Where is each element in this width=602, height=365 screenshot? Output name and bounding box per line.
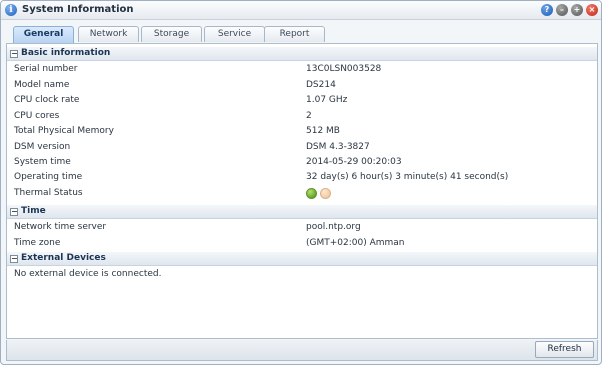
info-row: Operating time 32 day(s) 6 hour(s) 3 min…: [7, 170, 597, 185]
info-value: DSM 4.3-3827: [306, 142, 370, 152]
info-row: Serial number 13C0LSN003528: [7, 62, 597, 77]
info-label: CPU cores: [14, 111, 60, 121]
section-external-devices[interactable]: − External Devices: [7, 252, 597, 266]
info-label: System time: [14, 157, 71, 167]
footer-bar: Refresh: [6, 340, 598, 361]
tab-network[interactable]: Network: [78, 26, 139, 42]
info-icon: i: [5, 4, 17, 16]
info-row: Total Physical Memory 512 MB: [7, 124, 597, 139]
info-row: Thermal Status: [7, 186, 597, 201]
section-title: External Devices: [21, 253, 106, 263]
close-icon[interactable]: ×: [586, 4, 598, 16]
info-row: DSM version DSM 4.3-3827: [7, 140, 597, 155]
section-title: Time: [21, 206, 46, 216]
title-bar: i System Information ? – + ×: [1, 1, 601, 20]
info-label: Time zone: [14, 238, 61, 248]
info-row: Time zone (GMT+02:00) Amman: [7, 236, 597, 251]
help-icon[interactable]: ?: [541, 4, 553, 16]
tab-storage[interactable]: Storage: [141, 26, 202, 42]
info-value: pool.ntp.org: [306, 222, 361, 232]
section-time[interactable]: − Time: [7, 205, 597, 219]
info-label: Model name: [14, 80, 70, 90]
info-row: System time 2014-05-29 00:20:03: [7, 155, 597, 170]
refresh-button[interactable]: Refresh: [535, 341, 594, 358]
tab-report[interactable]: Report: [264, 26, 325, 42]
info-label: Thermal Status: [14, 188, 83, 198]
maximize-icon[interactable]: +: [571, 4, 583, 16]
info-row: CPU cores 2: [7, 109, 597, 124]
collapse-icon[interactable]: −: [10, 208, 18, 216]
info-value: (GMT+02:00) Amman: [306, 238, 405, 248]
section-basic-information[interactable]: − Basic information: [7, 47, 597, 61]
info-row: CPU clock rate 1.07 GHz: [7, 93, 597, 108]
general-panel: − Basic information Serial number 13C0LS…: [6, 43, 598, 339]
info-row: Model name DS214: [7, 78, 597, 93]
no-device-message: No external device is connected.: [14, 269, 162, 279]
thermal-normal-icon: [306, 188, 317, 199]
info-label: Operating time: [14, 172, 83, 182]
minimize-icon[interactable]: –: [556, 4, 568, 16]
info-label: Serial number: [14, 64, 78, 74]
info-label: CPU clock rate: [14, 95, 80, 105]
info-value: 2014-05-29 00:20:03: [306, 157, 402, 167]
info-value: 32 day(s) 6 hour(s) 3 minute(s) 41 secon…: [306, 172, 509, 182]
tab-service[interactable]: Service: [204, 26, 265, 42]
tab-bar: General Network Storage Service Report: [1, 21, 601, 43]
info-value: 1.07 GHz: [306, 95, 348, 105]
system-information-window: i System Information ? – + × General Net…: [0, 0, 602, 365]
info-label: Total Physical Memory: [14, 126, 114, 136]
collapse-icon[interactable]: −: [10, 50, 18, 58]
thermal-warning-icon: [320, 188, 331, 199]
collapse-icon[interactable]: −: [10, 255, 18, 263]
info-label: DSM version: [14, 142, 71, 152]
section-title: Basic information: [21, 48, 111, 58]
info-value: 2: [306, 111, 312, 121]
info-label: Network time server: [14, 222, 107, 232]
window-title: System Information: [22, 4, 134, 15]
info-value: 512 MB: [306, 126, 340, 136]
info-row: Network time server pool.ntp.org: [7, 220, 597, 235]
tab-general[interactable]: General: [13, 26, 74, 43]
info-value: 13C0LSN003528: [306, 64, 382, 74]
info-value: DS214: [306, 80, 336, 90]
